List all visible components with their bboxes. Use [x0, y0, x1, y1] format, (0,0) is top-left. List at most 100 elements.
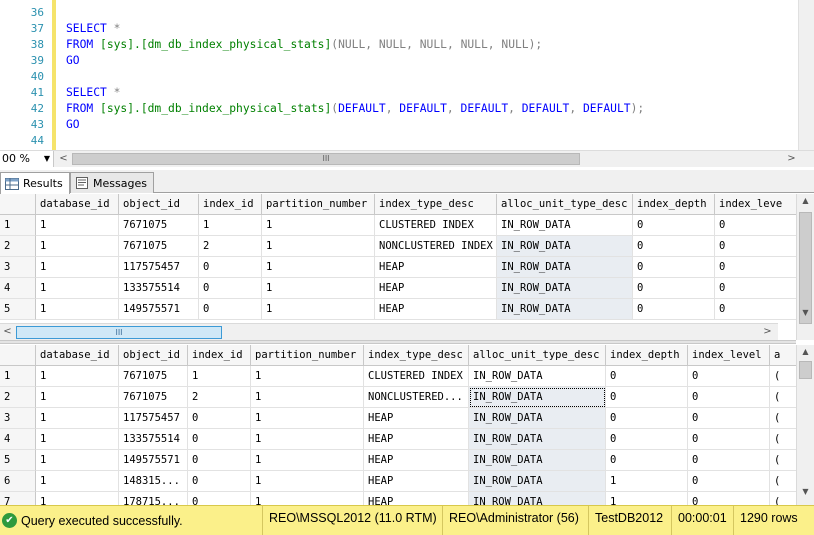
table-cell[interactable]: 1: [36, 278, 119, 299]
column-header-index-leve[interactable]: index_leve: [715, 194, 796, 215]
editor-vertical-scrollbar[interactable]: [798, 0, 814, 150]
column-header-index-level[interactable]: index_level: [688, 345, 770, 366]
table-cell[interactable]: 1: [251, 450, 364, 471]
table-cell[interactable]: 1: [262, 257, 375, 278]
column-header-index-type-desc[interactable]: index_type_desc: [375, 194, 497, 215]
grid1-vertical-scrollbar[interactable]: ▲ ▼: [796, 194, 814, 340]
table-cell[interactable]: HEAP: [364, 429, 469, 450]
table-cell[interactable]: 178715...: [119, 492, 188, 505]
code-line[interactable]: GO: [66, 53, 80, 69]
table-cell[interactable]: 0: [633, 299, 715, 320]
table-cell[interactable]: 0: [688, 471, 770, 492]
column-header-object-id[interactable]: object_id: [119, 194, 199, 215]
table-row[interactable]: 2 1 7671075 2 1 NONCLUSTERED... IN_ROW_DATA 0 0(: [0, 387, 796, 408]
table-cell[interactable]: IN_ROW_DATA: [497, 257, 633, 278]
table-cell[interactable]: IN_ROW_DATA: [469, 492, 606, 505]
table-cell[interactable]: 0: [606, 366, 688, 387]
row-number[interactable]: 4: [0, 429, 36, 450]
table-cell[interactable]: NONCLUSTERED INDEX: [375, 236, 497, 257]
table-cell[interactable]: 1: [606, 492, 688, 505]
row-number[interactable]: 2: [0, 236, 36, 257]
table-cell[interactable]: 0: [188, 492, 251, 505]
table-cell[interactable]: 1: [36, 257, 119, 278]
grid2-vertical-scrollbar[interactable]: ▲ ▼: [796, 345, 814, 505]
row-number[interactable]: 7: [0, 492, 36, 505]
grid1-horizontal-scrollbar[interactable]: < III >: [0, 323, 778, 340]
table-cell[interactable]: 0: [688, 492, 770, 505]
table-cell[interactable]: IN_ROW_DATA: [497, 236, 633, 257]
table-row[interactable]: 3 1 117575457 0 1 HEAP IN_ROW_DATA 0 0(: [0, 408, 796, 429]
table-cell[interactable]: 0: [188, 450, 251, 471]
table-cell[interactable]: (: [770, 429, 796, 450]
table-cell[interactable]: IN_ROW_DATA: [497, 215, 633, 236]
table-cell[interactable]: 0: [606, 408, 688, 429]
table-cell[interactable]: 0: [606, 429, 688, 450]
table-cell[interactable]: 1: [251, 492, 364, 505]
column-header-object-id[interactable]: object_id: [119, 345, 188, 366]
results-grid-1[interactable]: database_id object_id index_id partition_nu…: [0, 194, 796, 323]
table-cell[interactable]: 0: [633, 278, 715, 299]
table-cell[interactable]: 1: [188, 366, 251, 387]
table-cell[interactable]: IN_ROW_DATA: [469, 366, 606, 387]
column-header-partition-number[interactable]: partition_number: [262, 194, 375, 215]
table-cell[interactable]: 0: [688, 429, 770, 450]
row-number[interactable]: 5: [0, 299, 36, 320]
row-number[interactable]: 1: [0, 366, 36, 387]
table-cell[interactable]: (: [770, 492, 796, 505]
table-cell[interactable]: 0: [715, 215, 796, 236]
table-cell[interactable]: 0: [715, 299, 796, 320]
table-cell[interactable]: 148315...: [119, 471, 188, 492]
table-cell[interactable]: 0: [188, 429, 251, 450]
column-header-index-id[interactable]: index_id: [188, 345, 251, 366]
tab-messages[interactable]: Messages: [70, 172, 154, 193]
row-number[interactable]: 3: [0, 257, 36, 278]
table-cell[interactable]: 0: [188, 408, 251, 429]
table-row[interactable]: 2 1 7671075 2 1 NONCLUSTERED INDEX IN_ROW_DATA…: [0, 236, 796, 257]
results-grid-2[interactable]: database_id object_id index_id partition_nu…: [0, 345, 796, 505]
table-cell[interactable]: 1: [262, 299, 375, 320]
table-cell[interactable]: 0: [199, 257, 262, 278]
chevron-up-icon[interactable]: ▲: [797, 194, 814, 208]
chevron-up-icon[interactable]: ▲: [797, 345, 814, 359]
table-cell[interactable]: 1: [251, 471, 364, 492]
table-cell[interactable]: 0: [633, 215, 715, 236]
table-cell[interactable]: 0: [199, 299, 262, 320]
table-cell[interactable]: IN_ROW_DATA: [469, 408, 606, 429]
table-cell[interactable]: IN_ROW_DATA: [497, 299, 633, 320]
table-row[interactable]: 4 1 133575514 0 1 HEAP IN_ROW_DATA 0 0: [0, 278, 796, 299]
zoom-dropdown[interactable]: 00 % ▼: [0, 151, 54, 167]
table-cell[interactable]: 0: [688, 366, 770, 387]
table-cell[interactable]: 1: [36, 408, 119, 429]
editor-horizontal-scroll-thumb[interactable]: III: [72, 153, 580, 165]
grid1-scroll-right-button[interactable]: >: [760, 325, 775, 339]
table-cell[interactable]: (: [770, 408, 796, 429]
table-cell[interactable]: 1: [36, 387, 119, 408]
table-cell[interactable]: HEAP: [364, 471, 469, 492]
table-row[interactable]: 3 1 117575457 0 1 HEAP IN_ROW_DATA 0 0: [0, 257, 796, 278]
table-cell[interactable]: 1: [262, 236, 375, 257]
column-header-partition-number[interactable]: partition_number: [251, 345, 364, 366]
table-cell[interactable]: 2: [199, 236, 262, 257]
code-line[interactable]: SELECT *: [66, 21, 120, 37]
tab-results[interactable]: Results: [0, 172, 70, 194]
column-header-alloc-unit-type-desc[interactable]: alloc_unit_type_desc: [497, 194, 633, 215]
table-cell[interactable]: (: [770, 366, 796, 387]
table-row[interactable]: 4 1 133575514 0 1 HEAP IN_ROW_DATA 0 0(: [0, 429, 796, 450]
column-header-database-id[interactable]: database_id: [36, 345, 119, 366]
editor-scroll-left-button[interactable]: <: [56, 152, 71, 166]
table-cell[interactable]: 1: [251, 408, 364, 429]
column-header-database-id[interactable]: database_id: [36, 194, 119, 215]
code-line[interactable]: GO: [66, 117, 80, 133]
table-cell[interactable]: CLUSTERED INDEX: [375, 215, 497, 236]
row-number[interactable]: 4: [0, 278, 36, 299]
table-cell[interactable]: 133575514: [119, 278, 199, 299]
chevron-down-icon[interactable]: ▼: [797, 306, 814, 320]
table-cell[interactable]: 1: [36, 492, 119, 505]
table-row[interactable]: 5 1 149575571 0 1 HEAP IN_ROW_DATA 0 0(: [0, 450, 796, 471]
table-cell[interactable]: 1: [262, 215, 375, 236]
table-cell[interactable]: HEAP: [364, 450, 469, 471]
table-row[interactable]: 1 1 7671075 1 1 CLUSTERED INDEX IN_ROW_DATA 0 0(: [0, 366, 796, 387]
table-cell[interactable]: 7671075: [119, 387, 188, 408]
table-cell[interactable]: 0: [715, 236, 796, 257]
grid-splitter[interactable]: [0, 340, 796, 344]
